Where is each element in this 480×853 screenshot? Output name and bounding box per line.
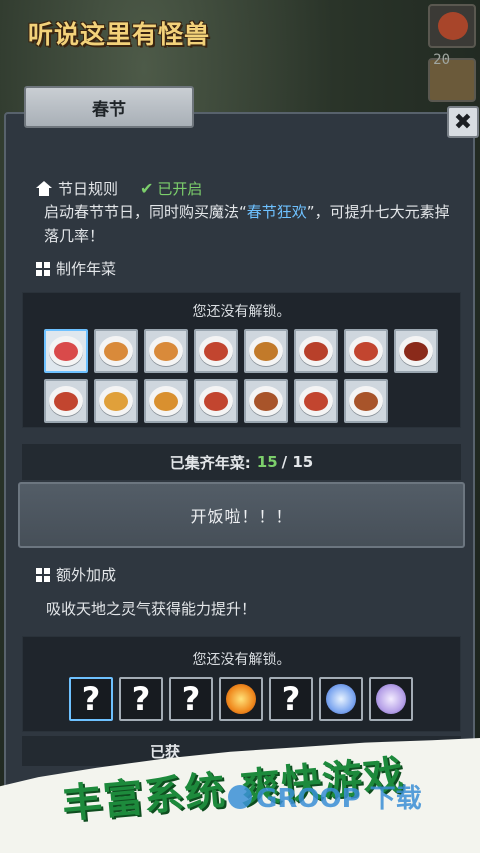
bonus-slot-orb[interactable]: [319, 677, 363, 721]
bonus-box: 您还没有解锁。 ????: [22, 636, 461, 732]
bonus-unlock-note: 您还没有解锁。: [192, 652, 291, 668]
bonus-slot-orb[interactable]: [369, 677, 413, 721]
bonus-description: 吸收天地之灵气获得能力提升！: [46, 600, 257, 618]
plate-icon: [249, 336, 283, 366]
plate-icon: [199, 336, 233, 366]
dish-food-icon: [54, 341, 78, 361]
dish-food-icon: [404, 341, 428, 361]
dishes-heading-label: 制作年菜: [56, 260, 117, 278]
question-mark-icon: ?: [81, 680, 101, 718]
pot-icon: [438, 12, 468, 40]
dish-food-icon: [204, 341, 228, 361]
close-button[interactable]: ✖: [447, 106, 479, 138]
plate-icon: [149, 386, 183, 416]
bonus-slot-locked[interactable]: ?: [269, 677, 313, 721]
bonus-slot-locked[interactable]: ?: [69, 677, 113, 721]
collected-label: 已集齐年菜:: [169, 453, 251, 472]
grid-icon: [36, 567, 50, 582]
dish-slot[interactable]: [294, 379, 338, 423]
collected-bar: 已集齐年菜: 15 / 15: [22, 444, 461, 480]
dish-slot[interactable]: [44, 329, 88, 373]
dish-slot[interactable]: [94, 329, 138, 373]
plate-icon: [249, 386, 283, 416]
collected-count: 15: [256, 453, 278, 471]
dish-food-icon: [354, 391, 378, 411]
dish-slot[interactable]: [94, 379, 138, 423]
rule-heading: 节日规则 ✔ 已开启: [36, 178, 202, 199]
close-icon: ✖: [453, 109, 473, 135]
plate-icon: [49, 336, 83, 366]
plate-icon: [299, 386, 333, 416]
dish-food-icon: [254, 341, 278, 361]
plate-icon: [349, 336, 383, 366]
dishes-heading: 制作年菜: [36, 258, 116, 279]
dish-slot[interactable]: [394, 329, 438, 373]
dish-food-icon: [104, 341, 128, 361]
plate-icon: [299, 336, 333, 366]
game-logo: 听说这里有怪兽: [27, 20, 210, 49]
bonus-slot-orb[interactable]: [219, 677, 263, 721]
dish-slot[interactable]: [194, 379, 238, 423]
bonus-heading-label: 额外加成: [56, 566, 117, 584]
dish-food-icon: [54, 391, 78, 411]
inventory-slot-top[interactable]: [428, 4, 476, 48]
grid-icon: [36, 261, 50, 276]
plate-icon: [349, 386, 383, 416]
orb-purple-icon: [376, 684, 406, 714]
dish-food-icon: [154, 341, 178, 361]
watermark: GROOP 下载: [228, 778, 422, 815]
eat-button[interactable]: 开饭啦！！！: [18, 482, 465, 548]
dish-food-icon: [354, 341, 378, 361]
dish-slot[interactable]: [144, 329, 188, 373]
plate-icon: [399, 336, 433, 366]
question-mark-icon: ?: [181, 680, 201, 718]
dish-slot[interactable]: [344, 329, 388, 373]
rule-description: 启动春节节日，同时购买魔法“春节狂欢”，可提升七大元素掉落几率！: [44, 200, 454, 248]
dish-slot[interactable]: [344, 379, 388, 423]
plate-icon: [199, 386, 233, 416]
bonus-slot-locked[interactable]: ?: [119, 677, 163, 721]
dish-slot[interactable]: [194, 329, 238, 373]
dish-food-icon: [254, 391, 278, 411]
check-icon: ✔: [140, 179, 154, 198]
plate-icon: [99, 336, 133, 366]
tab-spring-festival[interactable]: 春节: [24, 86, 194, 128]
dish-slot[interactable]: [294, 329, 338, 373]
house-icon: [36, 181, 52, 196]
rule-heading-label: 节日规则: [58, 180, 119, 198]
dishes-box: 您还没有解锁。: [22, 292, 461, 428]
question-mark-icon: ?: [131, 680, 151, 718]
status-badge: ✔ 已开启: [140, 178, 202, 199]
bonus-slot-locked[interactable]: ?: [169, 677, 213, 721]
status-label: 已开启: [157, 180, 203, 198]
watermark-logo-icon: [228, 784, 252, 809]
dish-slot[interactable]: [44, 379, 88, 423]
dish-slot[interactable]: [244, 329, 288, 373]
plate-icon: [99, 386, 133, 416]
slot-count: 20: [433, 52, 450, 68]
dish-food-icon: [154, 391, 178, 411]
plate-icon: [149, 336, 183, 366]
dish-slot[interactable]: [144, 379, 188, 423]
collected-total: / 15: [281, 453, 314, 471]
plate-icon: [49, 386, 83, 416]
dish-food-icon: [304, 391, 328, 411]
orb-orange-icon: [226, 684, 256, 714]
question-mark-icon: ?: [281, 680, 301, 718]
watermark-text: GROOP 下载: [256, 784, 422, 814]
dish-food-icon: [304, 341, 328, 361]
dish-food-icon: [104, 391, 128, 411]
orb-blue-icon: [326, 684, 356, 714]
magic-name: 春节狂欢: [246, 203, 307, 221]
dish-food-icon: [204, 391, 228, 411]
bonus-heading: 额外加成: [36, 564, 116, 585]
rule-desc-text: 启动春节节日，同时购买魔法“: [44, 203, 247, 221]
dish-slot[interactable]: [244, 379, 288, 423]
dishes-unlock-note: 您还没有解锁。: [192, 304, 291, 320]
